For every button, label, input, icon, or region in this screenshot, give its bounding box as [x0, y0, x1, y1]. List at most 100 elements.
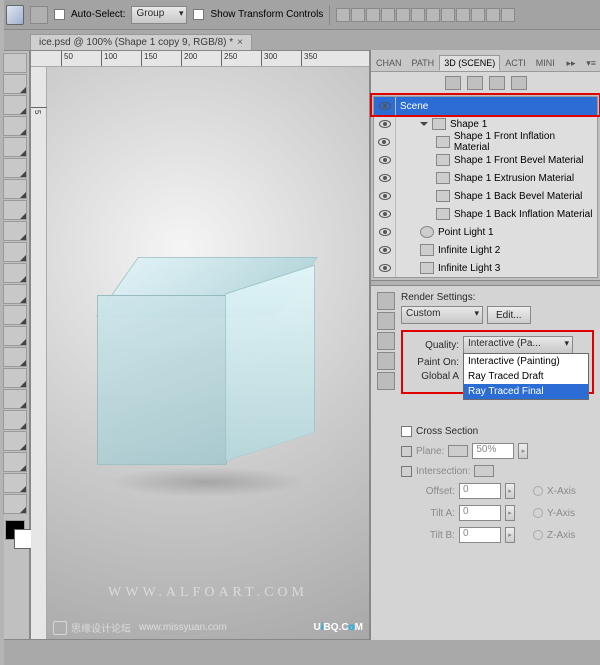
history-brush-tool[interactable]: [3, 242, 27, 262]
marquee-tool[interactable]: [3, 74, 27, 94]
close-icon[interactable]: ×: [237, 37, 243, 48]
filter-materials-icon[interactable]: [489, 76, 505, 90]
move-tool-icon[interactable]: [30, 6, 48, 24]
pen-tool[interactable]: [3, 347, 27, 367]
gradient-tool[interactable]: [3, 284, 27, 304]
zoom-tool[interactable]: [3, 494, 27, 514]
panel-menu-icon[interactable]: ▾≡: [582, 56, 600, 71]
eye-icon[interactable]: [379, 120, 391, 128]
panel-expand-icon[interactable]: ▸▸: [562, 56, 579, 71]
radio-x: [533, 486, 543, 496]
plane-checkbox: [401, 446, 412, 457]
footer-watermark-left: 思缘设计论坛 www.missyuan.com: [53, 620, 227, 635]
filter-lights-icon[interactable]: [511, 76, 527, 90]
quality-dropdown[interactable]: Interactive (Pa...: [463, 336, 573, 354]
tree-back-inflation[interactable]: Shape 1 Back Inflation Material: [374, 205, 597, 223]
tab-actions[interactable]: ACTI: [500, 55, 531, 71]
path-sel-tool[interactable]: [3, 389, 27, 409]
eye-icon[interactable]: [379, 102, 391, 110]
eyedropper-tool[interactable]: [3, 158, 27, 178]
move-tool[interactable]: [3, 53, 27, 73]
options-bar: Auto-Select: Group Show Transform Contro…: [0, 0, 600, 30]
chevron-down-icon[interactable]: [420, 122, 428, 130]
tilta-field: 0: [459, 505, 501, 521]
tree-inflight3[interactable]: Infinite Light 3: [374, 259, 597, 277]
material-icon: [436, 208, 450, 220]
tree-extrusion[interactable]: Shape 1 Extrusion Material: [374, 169, 597, 187]
section-icon[interactable]: [377, 312, 395, 330]
healing-tool[interactable]: [3, 179, 27, 199]
hand-tool[interactable]: [3, 473, 27, 493]
tree-front-inflation[interactable]: Shape 1 Front Inflation Material: [374, 133, 597, 151]
tab-minibridge[interactable]: MINI: [531, 55, 560, 71]
eye-icon[interactable]: [379, 264, 391, 272]
quality-option[interactable]: Interactive (Painting): [464, 354, 588, 369]
alfoart-watermark: WWW.ALFOART.COM: [47, 585, 369, 601]
section-icon[interactable]: [377, 372, 395, 390]
tab-3d[interactable]: 3D (SCENE): [439, 55, 500, 71]
wand-tool[interactable]: [3, 116, 27, 136]
tree-scene[interactable]: Scene: [374, 97, 597, 115]
quality-option[interactable]: Ray Traced Draft: [464, 369, 588, 384]
shape-tool[interactable]: [3, 410, 27, 430]
tiltb-field: 0: [459, 527, 501, 543]
align-icons[interactable]: [336, 8, 515, 22]
crop-tool[interactable]: [3, 137, 27, 157]
eye-icon[interactable]: [378, 138, 390, 146]
tab-paths[interactable]: PATH: [407, 55, 440, 71]
eye-icon[interactable]: [379, 174, 391, 182]
eye-icon[interactable]: [379, 246, 391, 254]
eye-icon[interactable]: [379, 156, 391, 164]
auto-select-dropdown[interactable]: Group: [131, 6, 187, 24]
foreground-color[interactable]: [5, 520, 25, 540]
eye-icon[interactable]: [379, 228, 391, 236]
right-panels: CHAN PATH 3D (SCENE) ACTI MINI ▸▸ ▾≡ Sce…: [370, 50, 600, 640]
filter-row: [371, 72, 600, 94]
tools-panel: [0, 50, 30, 640]
quality-menu: Interactive (Painting) Ray Traced Draft …: [463, 353, 589, 400]
auto-select-checkbox[interactable]: [54, 9, 65, 20]
section-icon[interactable]: [377, 332, 395, 350]
footer-watermark-right: UiBQ.CoM: [314, 617, 363, 635]
mesh-icon: [432, 118, 446, 130]
canvas[interactable]: WWW.ALFOART.COM 思缘设计论坛 www.missyuan.com …: [47, 67, 369, 639]
3d-camera-tool[interactable]: [3, 452, 27, 472]
cross-section-checkbox[interactable]: [401, 426, 412, 437]
section-icon[interactable]: [377, 352, 395, 370]
intersection-checkbox: [401, 466, 412, 477]
tree-inflight2[interactable]: Infinite Light 2: [374, 241, 597, 259]
offset-field: 0: [459, 483, 501, 499]
tree-back-bevel[interactable]: Shape 1 Back Bevel Material: [374, 187, 597, 205]
app-icon: [6, 5, 24, 25]
eye-icon[interactable]: [379, 192, 391, 200]
lasso-tool[interactable]: [3, 95, 27, 115]
spinner-icon: ▸: [505, 527, 515, 543]
blur-tool[interactable]: [3, 305, 27, 325]
document-tab[interactable]: ice.psd @ 100% (Shape 1 copy 9, RGB/8) *…: [30, 34, 252, 50]
brush-tool[interactable]: [3, 200, 27, 220]
tree-front-bevel[interactable]: Shape 1 Front Bevel Material: [374, 151, 597, 169]
spinner-icon: ▸: [505, 483, 515, 499]
eye-icon[interactable]: [379, 210, 391, 218]
3d-tool[interactable]: [3, 431, 27, 451]
render-properties: Render Settings: Custom Edit... Quality:…: [371, 286, 600, 640]
tree-pointlight[interactable]: Point Light 1: [374, 223, 597, 241]
section-icon[interactable]: [377, 292, 395, 310]
dodge-tool[interactable]: [3, 326, 27, 346]
show-transform-checkbox[interactable]: [193, 9, 204, 20]
eraser-tool[interactable]: [3, 263, 27, 283]
cross-section-label: Cross Section: [416, 426, 478, 437]
edit-button[interactable]: Edit...: [487, 306, 531, 324]
quality-option[interactable]: Ray Traced Final: [464, 384, 588, 399]
render-preset-dropdown[interactable]: Custom: [401, 306, 483, 324]
offset-label: Offset:: [401, 486, 455, 497]
type-tool[interactable]: [3, 368, 27, 388]
ice-cube-art: [97, 257, 317, 487]
tab-channels[interactable]: CHAN: [371, 55, 407, 71]
light-icon: [420, 262, 434, 274]
filter-scene-icon[interactable]: [445, 76, 461, 90]
scene-tree: Scene Shape 1 Shape 1 Front Inflation Ma…: [373, 96, 598, 278]
filter-meshes-icon[interactable]: [467, 76, 483, 90]
stamp-tool[interactable]: [3, 221, 27, 241]
plane-opacity-field: 50%: [472, 443, 514, 459]
